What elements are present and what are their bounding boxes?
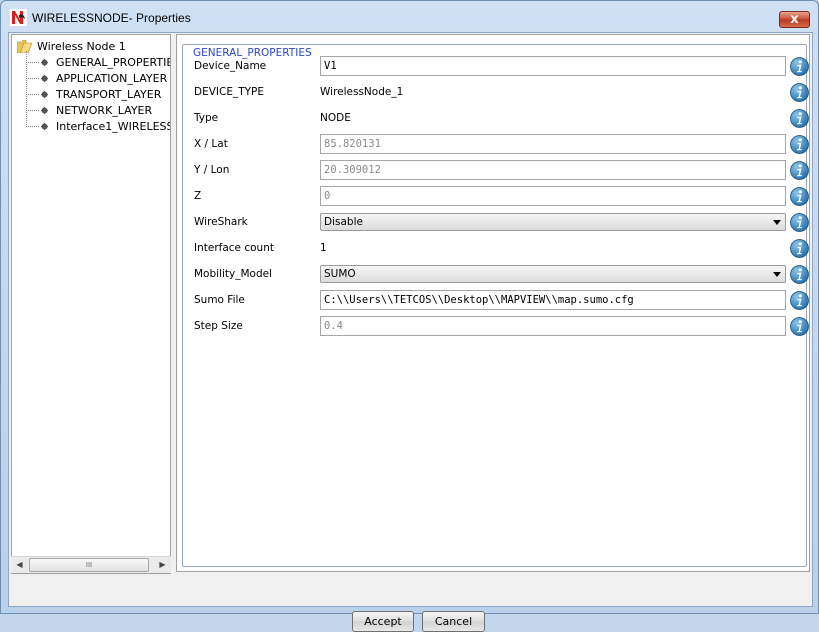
property-row: Device_Name V1 — [194, 56, 809, 78]
property-row: DEVICE_TYPE WirelessNode_1 — [194, 82, 809, 104]
info-icon[interactable] — [790, 135, 809, 154]
close-button[interactable]: x — [779, 11, 810, 28]
property-label: Mobility_Model — [194, 268, 273, 280]
chevron-down-icon — [773, 220, 781, 225]
leaf-node-icon — [41, 123, 48, 130]
dialog-client-area: Wireless Node 1 GENERAL_PROPERTIES APPLIC… — [8, 32, 813, 632]
info-icon[interactable] — [790, 187, 809, 206]
tree-item[interactable]: NETWORK_LAYER — [12, 102, 170, 118]
leaf-node-icon — [41, 107, 48, 114]
property-row: Y / Lon 20.309012 — [194, 160, 809, 182]
property-row: Type NODE — [194, 108, 809, 130]
title-bar[interactable]: WIRELESSNODE- Properties x — [1, 1, 818, 33]
leaf-node-icon — [41, 59, 48, 66]
cancel-button[interactable]: Cancel — [422, 611, 485, 632]
property-row: Step Size 0.4 — [194, 316, 809, 338]
property-input[interactable]: 20.309012 — [320, 160, 786, 180]
info-icon[interactable] — [790, 265, 809, 284]
scroll-left-arrow-icon[interactable]: ◀ — [11, 557, 28, 573]
property-input-value: V1 — [324, 60, 337, 72]
property-input-value: 0.4 — [324, 320, 343, 332]
property-row: X / Lat 85.820131 — [194, 134, 809, 156]
property-input-value: 20.309012 — [324, 164, 381, 176]
property-row: Mobility_Model SUMO — [194, 264, 809, 286]
property-label: Z — [194, 190, 202, 202]
accept-button[interactable]: Accept — [352, 611, 414, 632]
property-row: Sumo File C:\\Users\\TETCOS\\Desktop\\MAP… — [194, 290, 809, 312]
dropdown-selected-value: SUMO — [324, 268, 356, 280]
tree-connector — [26, 78, 39, 79]
tree-item-label: GENERAL_PROPERTIES — [56, 55, 171, 69]
property-label: Y / Lon — [194, 164, 230, 176]
property-input[interactable]: 85.820131 — [320, 134, 786, 154]
property-label: Device_Name — [194, 60, 267, 72]
leaf-node-icon — [41, 75, 48, 82]
property-label: X / Lat — [194, 138, 228, 150]
property-label: DEVICE_TYPE — [194, 86, 265, 98]
tree-connector — [26, 94, 39, 95]
property-label: Step Size — [194, 320, 243, 332]
property-value: WirelessNode_1 — [320, 86, 404, 98]
tree-item-label: Interface1_WIRELESS — [56, 119, 171, 133]
property-input-value: 85.820131 — [324, 138, 381, 150]
folder-open-icon — [17, 39, 32, 53]
netsim-logo-icon — [10, 9, 27, 26]
tree-connector — [26, 126, 39, 127]
property-input-value: C:\\Users\\TETCOS\\Desktop\\MAPVIEW\\map… — [324, 294, 634, 306]
tree-item-label: NETWORK_LAYER — [56, 103, 153, 117]
general-properties-group: GENERAL_PROPERTIES Device_Name V1 DEVICE_T… — [182, 44, 809, 567]
tree-item-label: TRANSPORT_LAYER — [56, 87, 162, 101]
info-icon[interactable] — [790, 83, 809, 102]
properties-window: WIRELESSNODE- Properties x Wireless Node… — [0, 0, 819, 632]
tree-connector — [26, 62, 39, 63]
property-row: Z0 — [194, 186, 809, 208]
scrollbar-grip: III — [85, 561, 93, 569]
tree-item[interactable]: GENERAL_PROPERTIES — [12, 54, 171, 70]
scrollbar-thumb[interactable]: III — [29, 558, 149, 572]
tree-item[interactable]: TRANSPORT_LAYER — [12, 86, 170, 102]
tree-item[interactable]: APPLICATION_LAYER — [12, 70, 170, 86]
tree-item[interactable]: Interface1_WIRELESS — [12, 118, 171, 134]
property-row: Interface count 1 — [194, 238, 809, 260]
property-value: NODE — [320, 112, 351, 124]
info-icon[interactable] — [790, 161, 809, 180]
property-dropdown[interactable]: Disable — [320, 213, 786, 231]
tree-root-label: Wireless Node 1 — [37, 39, 126, 53]
property-input[interactable]: 0.4 — [320, 316, 786, 336]
property-dropdown[interactable]: SUMO — [320, 265, 786, 283]
info-icon[interactable] — [790, 317, 809, 336]
info-icon[interactable] — [790, 239, 809, 258]
info-icon[interactable] — [790, 291, 809, 310]
tree-panel: Wireless Node 1 GENERAL_PROPERTIES APPLIC… — [11, 34, 171, 574]
tree-item-label: APPLICATION_LAYER — [56, 71, 168, 85]
leaf-node-icon — [41, 91, 48, 98]
property-input[interactable]: V1 — [320, 56, 786, 76]
property-value: 1 — [320, 242, 327, 254]
property-label: WireShark — [194, 216, 248, 228]
property-label: Sumo File — [194, 294, 245, 306]
properties-panel: GENERAL_PROPERTIES Device_Name V1 DEVICE_T… — [176, 34, 810, 572]
window-title: WIRELESSNODE- Properties — [32, 11, 191, 25]
info-icon[interactable] — [790, 213, 809, 232]
close-icon: x — [790, 12, 799, 27]
property-input-value: 0 — [324, 190, 331, 202]
property-label: Type — [194, 112, 219, 124]
dropdown-selected-value: Disable — [324, 216, 363, 228]
property-input[interactable]: C:\\Users\\TETCOS\\Desktop\\MAPVIEW\\map… — [320, 290, 786, 310]
tree-connector — [26, 110, 39, 111]
tree-root-node[interactable]: Wireless Node 1 — [17, 38, 126, 54]
chevron-down-icon — [773, 272, 781, 277]
property-input[interactable]: 0 — [320, 186, 786, 206]
property-label: Interface count — [194, 242, 274, 254]
scroll-right-arrow-icon[interactable]: ▶ — [154, 557, 171, 573]
info-icon[interactable] — [790, 109, 809, 128]
tree-horizontal-scrollbar[interactable]: ◀ III ▶ — [11, 556, 171, 573]
property-row: WireShark Disable — [194, 212, 809, 234]
info-icon[interactable] — [790, 57, 809, 76]
